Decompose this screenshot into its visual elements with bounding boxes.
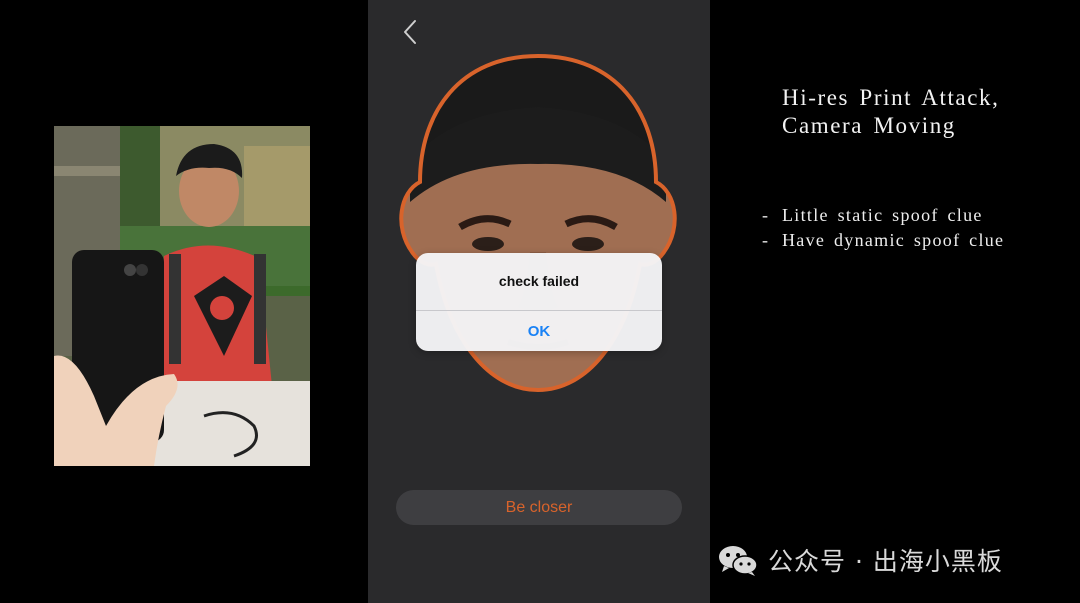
- hint-pill: Be closer: [396, 490, 682, 525]
- alert-dialog: check failed OK: [416, 253, 662, 351]
- bullet-text: Have dynamic spoof clue: [782, 230, 1005, 250]
- chevron-left-icon[interactable]: [398, 18, 422, 46]
- bullet-dash: -: [762, 205, 770, 225]
- slide-title: Hi-res Print Attack, Camera Moving: [782, 84, 1072, 140]
- reference-photo: [54, 126, 310, 466]
- title-line-2: Camera Moving: [782, 113, 956, 138]
- bullet-text: Little static spoof clue: [782, 205, 983, 225]
- wechat-icon: [719, 546, 758, 576]
- photo-scene: [54, 126, 310, 466]
- ok-button[interactable]: OK: [416, 311, 662, 351]
- bullet-item: - Little static spoof clue: [762, 203, 1062, 228]
- bullet-item: - Have dynamic spoof clue: [762, 228, 1062, 253]
- phone-screen: check failed OK Be closer: [368, 0, 710, 603]
- bullet-dash: -: [762, 230, 770, 250]
- bullet-list: - Little static spoof clue - Have dynami…: [762, 203, 1062, 253]
- alert-message: check failed: [498, 273, 580, 289]
- title-line-1: Hi-res Print Attack,: [782, 85, 1000, 110]
- watermark-text: 公众号 · 出海小黑板: [768, 547, 1003, 576]
- watermark: 公众号 · 出海小黑板: [718, 540, 1058, 580]
